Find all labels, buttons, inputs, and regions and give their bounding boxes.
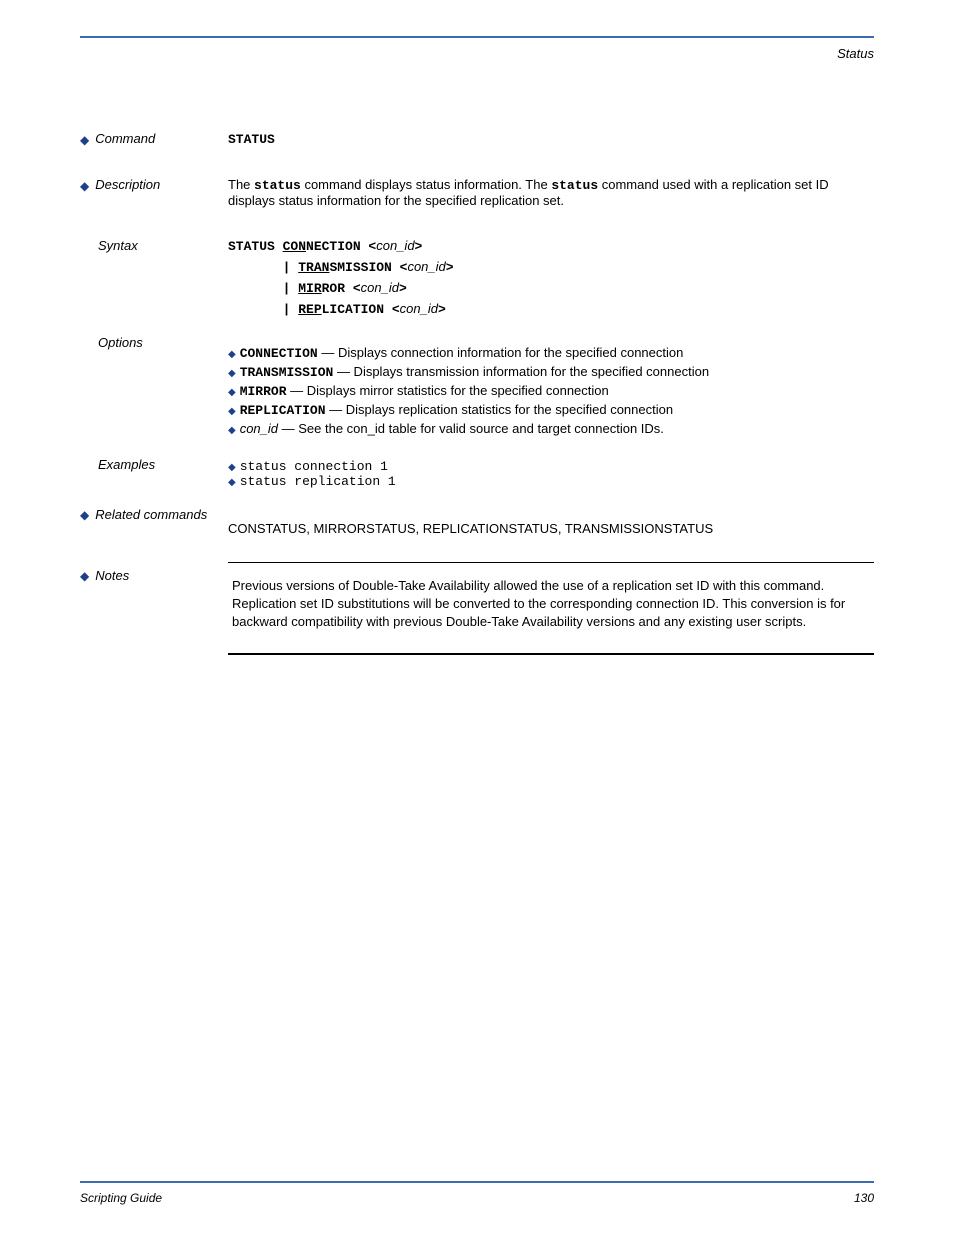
description-text: The status command displays status infor… [228, 177, 874, 208]
row-description: ◆ Description The status command displays… [80, 177, 874, 208]
top-rule [80, 36, 874, 38]
syntax-block: STATUS CONNECTION <con_id> | TRANSMISSIO… [228, 236, 874, 321]
option-item: ◆TRANSMISSION — Displays transmission in… [228, 364, 874, 380]
option-item-conid: ◆con_id — See the con_id table for valid… [228, 421, 874, 436]
diamond-icon: ◆ [228, 388, 236, 398]
row-syntax: Syntax STATUS CONNECTION <con_id> | TRAN… [80, 236, 874, 321]
diamond-icon: ◆ [228, 369, 236, 379]
notes-box: Previous versions of Double-Take Availab… [228, 562, 874, 656]
diamond-icon: ◆ [228, 426, 236, 436]
row-notes: ◆ Notes Previous versions of Double-Take … [80, 554, 874, 656]
row-related: ◆ Related commands CONSTATUS, MIRRORSTATU… [80, 507, 874, 536]
option-item: ◆REPLICATION — Displays replication stat… [228, 402, 874, 418]
option-item: ◆CONNECTION — Displays connection inform… [228, 345, 874, 361]
diamond-icon: ◆ [228, 478, 236, 488]
diamond-icon: ◆ [228, 350, 236, 360]
example-item: ◆status connection 1 [228, 459, 874, 474]
option-item: ◆MIRROR — Displays mirror statistics for… [228, 383, 874, 399]
label-related: Related commands [95, 507, 207, 522]
command-value: STATUS [228, 132, 275, 147]
diamond-icon: ◆ [80, 134, 89, 146]
bottom-rule [80, 1181, 874, 1183]
example-item: ◆status replication 1 [228, 474, 874, 489]
diamond-icon: ◆ [80, 180, 89, 192]
diamond-icon: ◆ [80, 570, 89, 582]
row-options: Options ◆CONNECTION — Displays connectio… [80, 335, 874, 439]
label-command: Command [95, 131, 155, 146]
label-notes: Notes [95, 568, 129, 583]
examples-list: ◆status connection 1 ◆status replication… [228, 459, 874, 489]
row-command: ◆ Command STATUS [80, 131, 874, 147]
diamond-icon: ◆ [80, 509, 89, 521]
footer: Scripting Guide 130 [80, 1191, 874, 1205]
diamond-icon: ◆ [228, 407, 236, 417]
row-examples: Examples ◆status connection 1 ◆status re… [80, 457, 874, 489]
label-examples: Examples [98, 457, 155, 472]
header-right: Status [80, 46, 874, 61]
options-list: ◆CONNECTION — Displays connection inform… [228, 345, 874, 436]
footer-left: Scripting Guide [80, 1191, 162, 1205]
label-syntax: Syntax [98, 238, 138, 253]
footer-right: 130 [854, 1191, 874, 1205]
label-description: Description [95, 177, 160, 192]
label-options: Options [98, 335, 143, 350]
diamond-icon: ◆ [228, 463, 236, 473]
related-text: CONSTATUS, MIRRORSTATUS, REPLICATIONSTAT… [228, 507, 874, 536]
